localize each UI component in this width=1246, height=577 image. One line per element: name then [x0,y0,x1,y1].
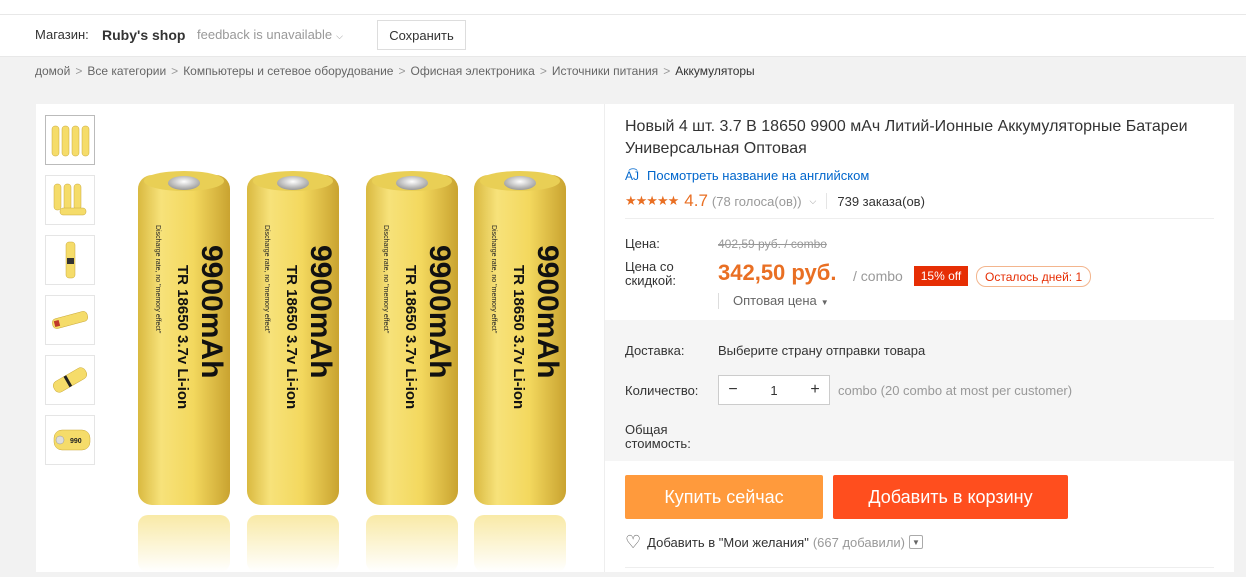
quantity-label: Количество: [625,383,699,398]
product-thumbnail[interactable] [45,175,95,225]
rating-votes-link[interactable]: (78 голоса(ов)) [712,194,802,209]
battery-3: 9900mAh TR 18650 3.7v Li-ion Discharge r… [366,171,458,572]
breadcrumb-link[interactable]: Источники питания [552,64,658,78]
shipping-country-select[interactable]: Выберите страну отправки товара [718,343,925,358]
price-unit: / combo [853,268,903,284]
caret-down-icon: ▼ [820,298,829,307]
battery-fine-print: Discharge rate, no "memory effect" [382,225,389,334]
plus-icon[interactable]: + [801,376,829,404]
product-thumbnail[interactable] [45,235,95,285]
quantity-stepper: − 1 + [718,375,830,405]
battery-capacity-label: 9900mAh [531,245,564,378]
breadcrumb-link[interactable]: Все категории [87,64,166,78]
main-product-image[interactable]: 9900mAh TR 18650 3.7v Li-ion Discharge r… [110,115,595,572]
add-to-wishlist-link[interactable]: ♡ Добавить в "Мои желания" (667 добавили… [625,532,923,552]
translate-icon: A͡J [625,168,640,183]
save-store-button[interactable]: Сохранить [377,20,466,50]
breadcrumb-separator: > [398,64,406,78]
battery-fine-print: Discharge rate, no "memory effect" [154,225,161,334]
discount-price: 342,50 руб. [718,260,837,285]
chevron-down-icon[interactable]: ▼ [909,535,923,549]
battery-2: 9900mAh TR 18650 3.7v Li-ion Discharge r… [247,171,339,572]
breadcrumb-link[interactable]: домой [35,64,70,78]
wishlist-count: (667 добавили) [812,534,905,550]
total-price-label: Общая стоимость: [625,422,691,451]
thumbnail-list: 990 [45,115,95,475]
battery-capacity-label: 9900mAh [304,245,337,378]
rating-divider [826,193,828,209]
battery-fine-print: Discharge rate, no "memory effect" [490,225,497,334]
discount-badge: 15% off [914,266,968,286]
battery-model-label: TR 18650 3.7v Li-ion [402,265,419,409]
battery-capacity-label: 9900mAh [423,245,456,378]
chevron-down-icon: ⌵ [336,31,343,41]
product-thumbnail[interactable] [45,355,95,405]
rating-row: ★★★★★ 4.7 (78 голоса(ов)) ⌵ 739 заказа(о… [625,191,925,211]
orders-count: 739 заказа(ов) [837,193,925,209]
product-thumbnail[interactable] [45,295,95,345]
days-left-badge: Осталось дней: 1 [976,266,1092,287]
store-label: Магазин: [35,27,89,42]
battery-fine-print: Discharge rate, no "memory effect" [263,225,270,334]
product-thumbnail[interactable]: 990 [45,415,95,465]
quantity-input[interactable]: 1 [747,383,801,398]
feedback-text: feedback is unavailable [197,27,333,42]
section-divider [625,567,1214,568]
minus-icon[interactable]: − [719,376,747,404]
heart-icon: ♡ [625,532,642,552]
rating-score: 4.7 [684,191,708,210]
svg-text:990: 990 [70,438,82,445]
store-bar: Магазин: Ruby's shop feedback is unavail… [0,15,1246,57]
breadcrumb-separator: > [75,64,83,78]
rating-stars-icon: ★★★★★ [625,193,679,208]
translate-label: Посмотреть название на английском [647,168,870,183]
breadcrumb-separator: > [171,64,179,78]
product-title: Новый 4 шт. 3.7 В 18650 9900 мАч Литий-И… [625,118,1188,157]
breadcrumb-link[interactable]: Компьютеры и сетевое оборудование [183,64,393,78]
breadcrumb-link[interactable]: Офисная электроника [411,64,535,78]
shipping-label: Доставка: [625,343,685,358]
quantity-note: combo (20 combo at most per customer) [838,383,1073,398]
old-price: 402,59 руб. / combo [718,237,827,251]
translate-title-link[interactable]: A͡J Посмотреть название на английском [625,168,869,183]
product-thumbnail[interactable] [45,115,95,165]
battery-capacity-label: 9900mAh [195,245,228,378]
breadcrumb-separator: > [539,64,547,78]
chevron-down-icon[interactable]: ⌵ [810,196,817,207]
battery-model-label: TR 18650 3.7v Li-ion [510,265,527,409]
breadcrumb-current: Аккумуляторы [675,64,755,78]
feedback-dropdown[interactable]: feedback is unavailable ⌵ [197,27,343,42]
add-to-cart-button[interactable]: Добавить в корзину [833,475,1068,519]
battery-model-label: TR 18650 3.7v Li-ion [283,265,300,409]
wishlist-label: Добавить в "Мои желания" [647,534,809,550]
battery-1: 9900mAh TR 18650 3.7v Li-ion Discharge r… [138,171,230,572]
battery-4: 9900mAh TR 18650 3.7v Li-ion Discharge r… [474,171,566,572]
price-label: Цена: [625,236,660,251]
breadcrumb: домой > Все категории > Компьютеры и сетевое… [35,64,755,78]
wholesale-price-dropdown[interactable]: Оптовая цена ▼ [718,293,829,309]
battery-model-label: TR 18650 3.7v Li-ion [174,265,191,409]
discount-price-label: Цена со скидкой: [625,259,676,288]
wholesale-label: Оптовая цена [733,293,817,308]
store-name-link[interactable]: Ruby's shop [102,27,185,43]
section-divider [625,218,1214,219]
buy-now-button[interactable]: Купить сейчас [625,475,823,519]
top-bar [0,0,1246,15]
breadcrumb-separator: > [663,64,671,78]
